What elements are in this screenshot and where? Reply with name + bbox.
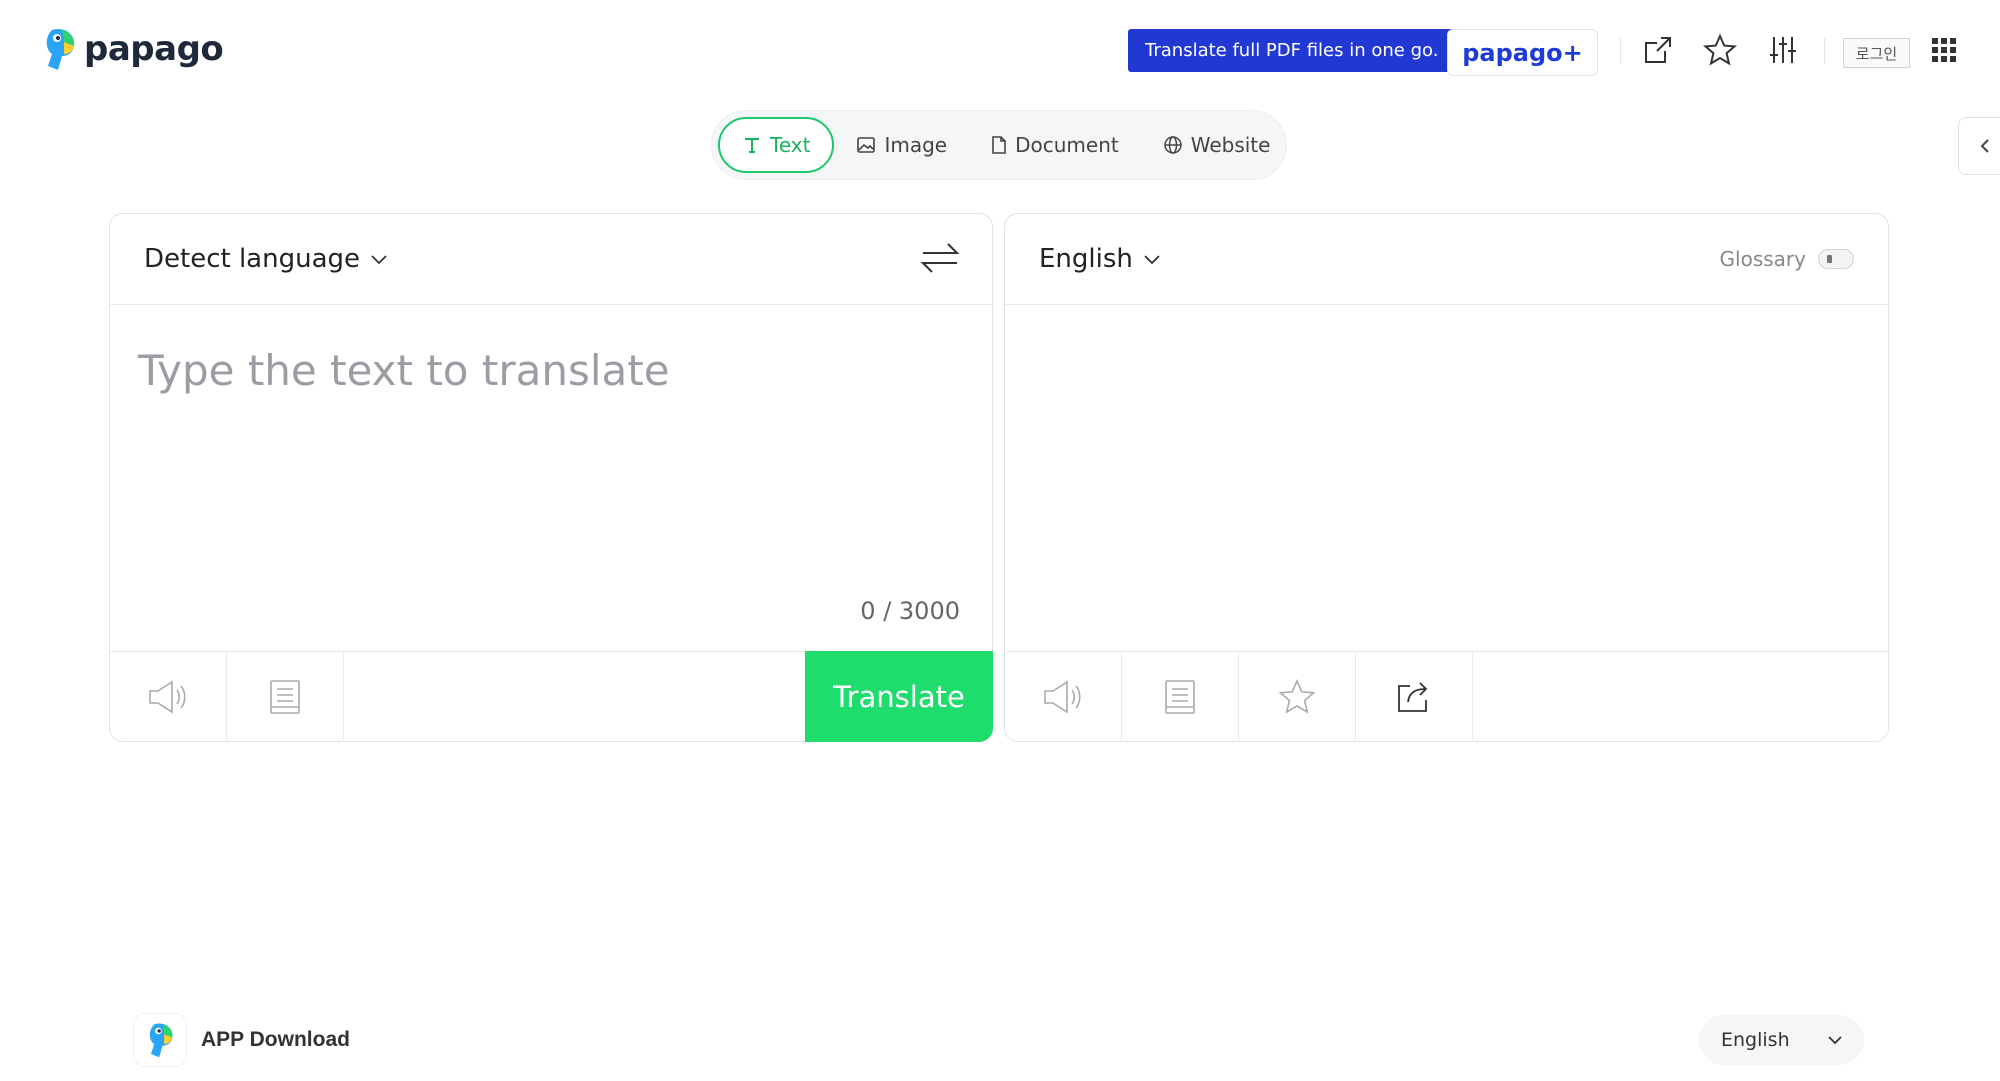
target-language-label: English — [1039, 244, 1133, 274]
papago-plus-button[interactable]: papago+ — [1447, 29, 1598, 76]
header-divider — [1824, 38, 1825, 64]
tab-text[interactable]: Text — [718, 117, 835, 173]
target-favorite-button[interactable] — [1239, 652, 1356, 741]
speaker-icon — [149, 680, 186, 713]
swap-languages-icon[interactable] — [920, 240, 960, 276]
copy-document-icon — [1165, 679, 1195, 714]
chevron-down-icon — [371, 255, 387, 265]
login-button[interactable]: 로그인 — [1843, 38, 1910, 68]
source-language-label: Detect language — [144, 244, 361, 274]
logo-text: papago — [84, 29, 224, 69]
image-icon — [857, 137, 876, 153]
glossary-toggle[interactable] — [1818, 249, 1854, 269]
external-link-icon[interactable] — [1638, 30, 1678, 70]
mode-tabs: Text Image Document Website — [711, 110, 1287, 180]
copy-document-icon — [270, 679, 300, 714]
header-divider — [1620, 38, 1621, 64]
star-icon — [1278, 678, 1316, 714]
parrot-logo-icon — [46, 28, 75, 71]
side-panel-toggle[interactable] — [1958, 117, 2000, 175]
target-copy-button[interactable] — [1122, 652, 1239, 741]
translate-button[interactable]: Translate — [805, 651, 993, 742]
tab-image-label: Image — [884, 133, 948, 157]
source-text-input[interactable]: Type the text to translate — [138, 346, 670, 395]
target-listen-button[interactable] — [1005, 652, 1122, 741]
globe-icon — [1163, 136, 1182, 154]
site-language-select[interactable]: English — [1699, 1015, 1864, 1065]
target-language-select[interactable]: English — [1039, 244, 1161, 274]
share-icon — [1398, 681, 1428, 712]
source-language-select[interactable]: Detect language — [144, 244, 388, 274]
chevron-down-icon — [1144, 255, 1160, 265]
grid-icon[interactable] — [1924, 30, 1964, 70]
chevron-down-icon — [1828, 1035, 1842, 1044]
app-download-label: APP Download — [201, 1028, 350, 1051]
tab-document-label: Document — [1015, 133, 1119, 157]
glossary-label: Glossary — [1719, 247, 1806, 271]
site-language-label: English — [1721, 1029, 1790, 1051]
source-panel-header: Detect language — [110, 214, 992, 305]
target-panel: English Glossary — [1004, 213, 1889, 742]
text-icon — [745, 138, 759, 153]
character-counter: 0 / 3000 — [860, 597, 960, 625]
tab-text-label: Text — [770, 133, 811, 157]
target-panel-footer — [1005, 651, 1888, 741]
tab-image[interactable]: Image — [834, 117, 969, 173]
tab-website[interactable]: Website — [1141, 117, 1293, 173]
star-icon[interactable] — [1700, 30, 1740, 70]
app-download-link[interactable]: APP Download — [133, 1013, 350, 1067]
tab-document[interactable]: Document — [969, 117, 1141, 173]
document-icon — [992, 136, 1006, 154]
target-share-button[interactable] — [1356, 652, 1473, 741]
papago-logo[interactable]: papago — [42, 26, 224, 72]
speaker-icon — [1044, 680, 1081, 713]
tab-website-label: Website — [1190, 133, 1271, 157]
app-logo-icon — [133, 1013, 187, 1067]
glossary-control: Glossary — [1720, 247, 1854, 271]
sliders-icon[interactable] — [1763, 30, 1803, 70]
source-listen-button[interactable] — [110, 652, 227, 741]
chevron-left-icon — [1980, 139, 1989, 153]
source-copy-button[interactable] — [227, 652, 344, 741]
target-panel-header: English Glossary — [1005, 214, 1888, 305]
source-panel: Detect language Type the text to transla… — [109, 213, 993, 742]
pdf-promo-banner[interactable]: Translate full PDF files in one go. — [1128, 29, 1463, 72]
